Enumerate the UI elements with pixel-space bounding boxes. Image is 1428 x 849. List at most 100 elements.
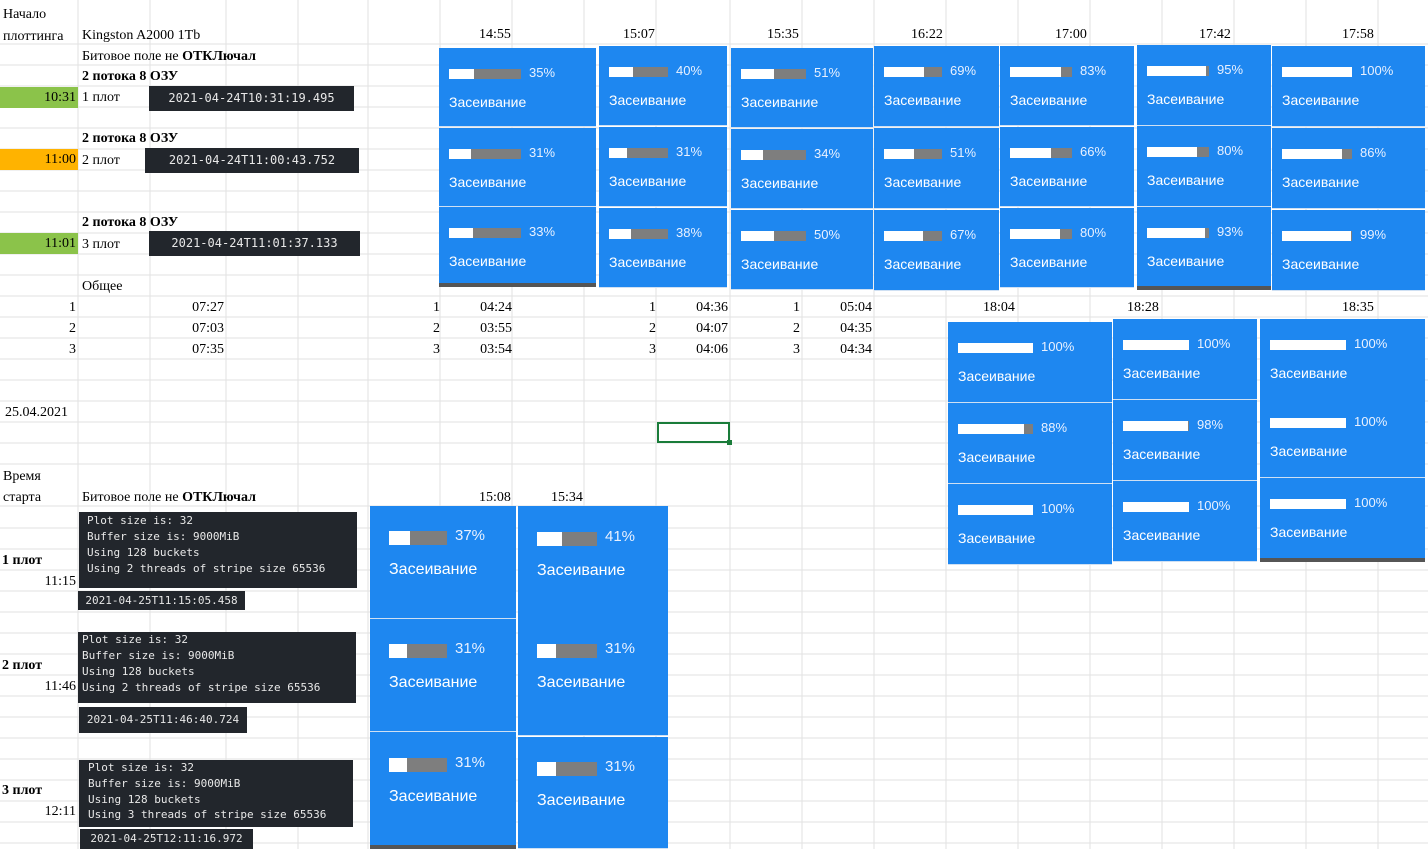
progress-card-top-7-2: 86% Засеивание (1272, 128, 1425, 209)
time-header-4: 16:22 (911, 27, 943, 42)
log-line: Plot size is: 32 (88, 761, 194, 774)
seeding-label: Засеивание (609, 254, 687, 270)
selected-cell[interactable] (657, 422, 732, 445)
time-header-mid-2: 18:28 (1127, 300, 1159, 315)
progress-bar (449, 69, 521, 79)
progress-bar-fill (1010, 229, 1060, 239)
seeding-label: Засеивание (389, 674, 478, 691)
progress-bar-fill (449, 228, 473, 238)
progress-percent: 50% (814, 227, 841, 242)
progress-card-top-6-1: 95% Засеивание (1137, 45, 1271, 126)
plot-name-3: 3 плот (82, 237, 120, 252)
g1-idx-2: 2 (433, 321, 440, 336)
progress-bar (884, 149, 942, 159)
seeding-label: Засеивание (609, 173, 687, 189)
date-label: 25.04.2021 (5, 405, 68, 420)
start-time-header-2: старта (3, 490, 42, 505)
bottom-plot-time-3: 12:11 (44, 804, 76, 819)
terminal-log-1: Plot size is: 32 Buffer size is: 9000MiB U… (79, 512, 357, 588)
progress-percent: 37% (455, 527, 486, 544)
bottom-timestamp-1: 2021-04-25T11:15:05.458 (78, 591, 245, 610)
seeding-label: Засеивание (884, 92, 962, 108)
progress-bar (389, 531, 447, 545)
progress-percent: 80% (1217, 143, 1244, 158)
progress-bar-fill (609, 67, 633, 77)
progress-percent: 66% (1080, 144, 1107, 159)
time-header-1: 14:55 (479, 27, 511, 42)
threads-ram-2: 2 потока 8 ОЗУ (82, 131, 179, 146)
card-shadow (1260, 558, 1425, 562)
g3-value-3: 04:34 (840, 342, 872, 357)
g3-idx-3: 3 (793, 342, 800, 357)
time-header-mid-3: 18:35 (1342, 300, 1374, 315)
progress-percent: 100% (1360, 63, 1394, 78)
seeding-label: Засеивание (449, 174, 527, 190)
progress-bar (1282, 149, 1352, 159)
progress-bar-fill (884, 231, 923, 241)
threads-ram-1: 2 потока 8 ОЗУ (82, 69, 179, 84)
progress-card-top-1-2: 31% Засеивание (439, 128, 596, 207)
bitfield-note: Битовое поле не ОТКЛючал (82, 49, 256, 64)
progress-card-top-2-1: 40% Засеивание (599, 46, 727, 126)
bottom-plot-name-3: 3 плот (2, 783, 43, 798)
seeding-label: Засеивание (1010, 92, 1088, 108)
progress-card-mid-3-1: 100% Засеивание (1260, 319, 1425, 400)
progress-card-mid-3-3: 100% Засеивание (1260, 478, 1425, 559)
progress-percent: 83% (1080, 63, 1107, 78)
progress-bar (1123, 421, 1189, 431)
progress-percent: 100% (1041, 339, 1075, 354)
seeding-label: Засеивание (1282, 174, 1360, 190)
progress-percent: 67% (950, 227, 977, 242)
progress-bar-fill (449, 69, 475, 79)
progress-bar-fill (389, 531, 411, 545)
progress-percent: 51% (814, 65, 841, 80)
progress-bar-fill (1010, 148, 1051, 158)
plot-timestamp-2: 2021-04-24T11:00:43.752 (145, 148, 359, 173)
time-header-3: 15:35 (767, 27, 799, 42)
progress-percent: 69% (950, 63, 977, 78)
log-line: Plot size is: 32 (87, 514, 193, 527)
g1-value-1: 04:24 (480, 300, 512, 315)
progress-bar-fill (741, 69, 775, 79)
log-line: Using 128 buckets (87, 546, 200, 559)
progress-bar-fill (1147, 228, 1205, 238)
log-line: Using 2 threads of stripe size 65536 (82, 681, 321, 694)
plot-name-2: 2 плот (82, 153, 120, 168)
seeding-label: Засеивание (1010, 173, 1088, 189)
progress-card-top-5-3: 80% Засеивание (1000, 208, 1134, 288)
total-label: Общее (82, 279, 123, 294)
progress-bar (449, 149, 521, 159)
progress-card-bottom-1-3: 31% Засеивание (370, 732, 516, 849)
progress-bar-fill (884, 67, 925, 77)
progress-bar-fill (958, 343, 1033, 353)
g3-idx-1: 1 (793, 300, 800, 315)
progress-percent: 41% (605, 528, 636, 545)
progress-bar (1270, 418, 1346, 428)
progress-card-top-3-3: 50% Засеивание (731, 210, 873, 290)
progress-bar-fill (389, 758, 407, 772)
total-idx-2: 2 (69, 321, 76, 336)
seeding-label: Засеивание (1123, 365, 1201, 381)
progress-card-bottom-1-2: 31% Засеивание (370, 619, 516, 732)
progress-bar-fill (884, 149, 914, 159)
log-line: Plot size is: 32 (82, 633, 188, 646)
progress-bar-fill (1270, 340, 1346, 350)
progress-bar (1147, 66, 1209, 76)
progress-bar-fill (958, 505, 1033, 515)
progress-percent: 33% (529, 224, 556, 239)
log-line: Using 2 threads of stripe size 65536 (87, 562, 326, 575)
progress-card-top-7-1: 100% Засеивание (1272, 46, 1425, 127)
seeding-label: Засеивание (884, 256, 962, 272)
g2-value-3: 04:06 (696, 342, 728, 357)
progress-bar-fill (537, 532, 562, 546)
seeding-label: Засеивание (389, 788, 478, 805)
g2-idx-3: 3 (649, 342, 656, 357)
progress-bar-fill (1270, 499, 1346, 509)
threads-ram-3: 2 потока 8 ОЗУ (82, 215, 179, 230)
progress-bar (1010, 229, 1072, 239)
progress-bar (884, 67, 942, 77)
seeding-label: Засеивание (741, 256, 819, 272)
seeding-label: Засеивание (1123, 527, 1201, 543)
progress-bar-fill (1123, 421, 1188, 431)
bottom-plot-name-2: 2 плот (2, 658, 43, 673)
